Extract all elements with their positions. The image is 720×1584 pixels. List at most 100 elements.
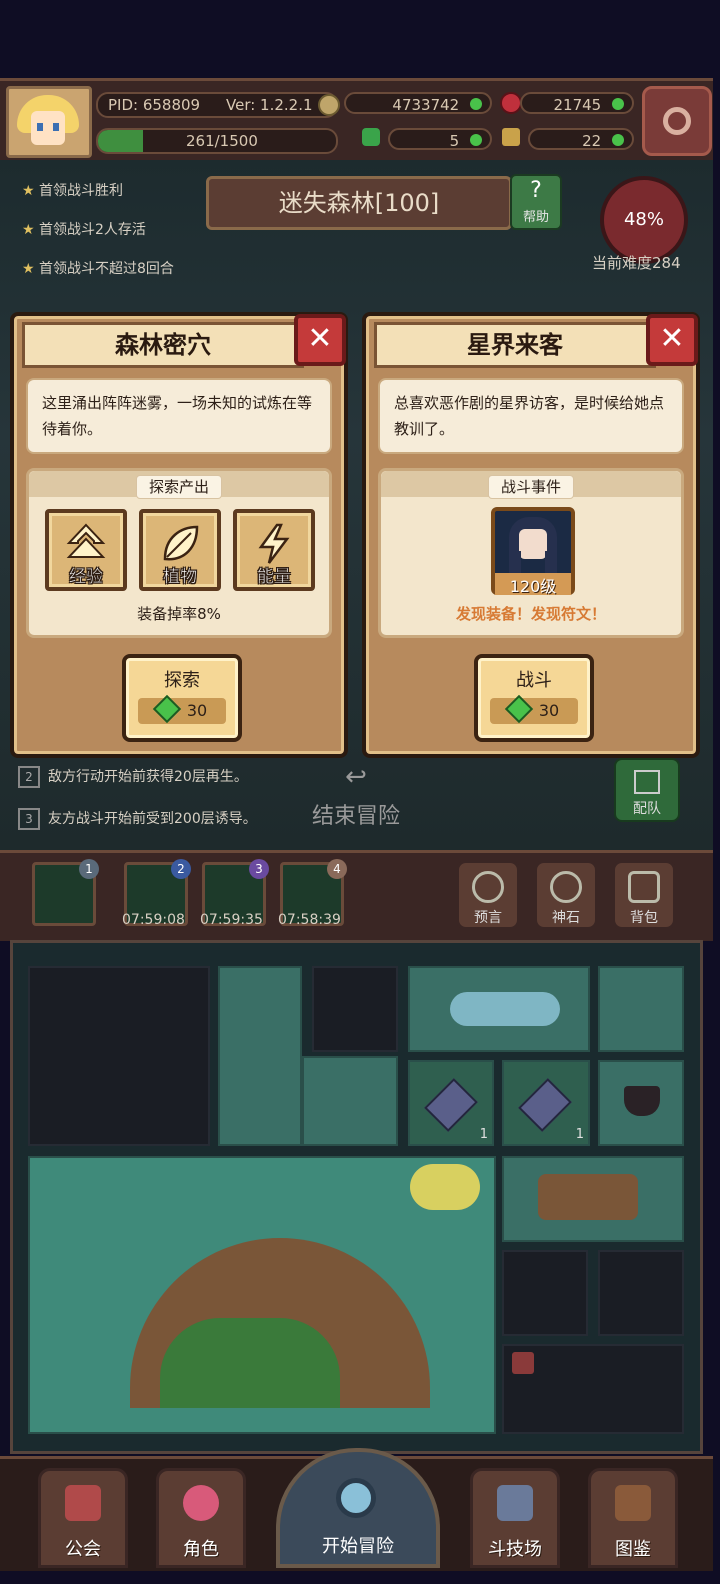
cost-badge: 30 <box>490 694 578 724</box>
character-icon <box>183 1485 219 1521</box>
rule-item: 2 敌方行动开始前获得20层再生。 <box>18 766 248 788</box>
event-card-forest-cave: 森林密穴 ✕ 这里涌出阵阵迷雾，一场未知的试炼在等待着你。 探索产出 经验 植物… <box>10 312 348 758</box>
map-tile-stump[interactable] <box>502 1156 684 1242</box>
close-button[interactable]: ✕ <box>646 314 698 366</box>
quest-item: ★ 首领战斗胜利 <box>22 183 124 199</box>
map-tile-crystal[interactable]: 1 <box>502 1060 590 1146</box>
exp-arrow-icon <box>66 523 106 558</box>
slot-timer: 07:59:08 <box>122 912 185 928</box>
difficulty-label: 当前难度284 <box>592 254 681 272</box>
map-tile-forest-cave[interactable] <box>28 1156 496 1434</box>
divine-stone-button[interactable]: 神石 <box>534 860 598 930</box>
bush-icon <box>160 1318 340 1408</box>
map-tile-stump[interactable] <box>302 1056 398 1146</box>
key-value: 22 <box>582 132 602 150</box>
magnifier-icon <box>336 1478 376 1518</box>
card-title: 星界来客 <box>374 322 656 368</box>
backpack-icon <box>628 871 660 903</box>
map-tile-cauldron[interactable] <box>598 1060 684 1146</box>
map-tile-grass[interactable] <box>598 966 684 1052</box>
id-version-bar: PID: 658809 Ver: 1.2.2.1 <box>96 92 338 118</box>
player-avatar[interactable] <box>6 86 92 158</box>
crystal-icon <box>518 1078 572 1132</box>
key-icon <box>502 128 520 146</box>
crystal-icon <box>424 1078 478 1132</box>
slot-timer: 07:59:35 <box>200 912 263 928</box>
section-label: 战斗事件 <box>487 475 575 499</box>
coin-counter: 4733742 <box>344 92 492 114</box>
player-id: PID: 658809 <box>108 96 201 114</box>
stump-icon <box>538 1174 638 1220</box>
plus-icon[interactable] <box>612 134 624 146</box>
nav-arena[interactable]: 斗技场 <box>470 1468 560 1568</box>
stone-icon <box>550 871 582 903</box>
end-adventure-button[interactable]: ↩ 结束冒险 <box>300 762 412 832</box>
adventure-slot[interactable]: 1 <box>32 859 99 926</box>
reward-energy: 能量 <box>233 509 315 591</box>
plus-icon[interactable] <box>612 98 624 110</box>
reward-exp: 经验 <box>45 509 127 591</box>
quest-item: ★ 首领战斗2人存活 <box>22 222 146 238</box>
card-description: 总喜欢恶作剧的星界访客，是时候给她点教训了。 <box>378 378 684 454</box>
enemy-level: 120级 <box>495 573 571 596</box>
gem-counter: 21745 <box>520 92 634 114</box>
section-label: 探索产出 <box>135 475 223 499</box>
reward-plant: 植物 <box>139 509 221 591</box>
ruby-icon <box>500 92 522 114</box>
info-icon[interactable] <box>318 94 340 116</box>
explore-button[interactable]: 探索 30 <box>122 654 242 742</box>
quest-item: ★ 首领战斗不超过8回合 <box>22 261 174 277</box>
map-tile-unexplored[interactable] <box>312 966 398 1052</box>
map-tile-pond[interactable] <box>408 966 590 1052</box>
map-tile-crystal[interactable]: 1 <box>408 1060 494 1146</box>
backpack-button[interactable]: 背包 <box>612 860 676 930</box>
enemy-portrait[interactable]: 120级 <box>491 507 575 596</box>
exp-text: 261/1500 <box>186 132 258 150</box>
nav-guild[interactable]: 公会 <box>38 1468 128 1568</box>
map-tile-unexplored[interactable] <box>502 1250 588 1336</box>
rule-item: 3 友方战斗开始前受到200层诱导。 <box>18 808 257 830</box>
star-icon: ★ <box>22 222 35 238</box>
battle-button[interactable]: 战斗 30 <box>474 654 594 742</box>
map-tile-stump[interactable] <box>218 966 302 1146</box>
event-card-astral-visitor: 星界来客 ✕ 总喜欢恶作剧的星界访客，是时候给她点教训了。 战斗事件 120级 … <box>362 312 700 758</box>
book-icon <box>615 1485 651 1521</box>
lightning-icon <box>258 523 290 564</box>
game-version: Ver: 1.2.2.1 <box>226 96 313 114</box>
drop-rate: 装备掉率8% <box>137 605 221 623</box>
team-icon <box>634 770 660 794</box>
gem-value: 21745 <box>553 96 602 114</box>
map-tile-unexplored[interactable] <box>28 966 210 1146</box>
help-button[interactable]: ? 帮助 <box>510 174 562 230</box>
nav-character[interactable]: 角色 <box>156 1468 246 1568</box>
cauldron-icon <box>624 1086 660 1116</box>
tree-icon <box>410 1164 480 1210</box>
nav-codex[interactable]: 图鉴 <box>588 1468 678 1568</box>
reward-panel: 探索产出 经验 植物 能量 装备掉率8% <box>26 468 332 638</box>
clover-value: 5 <box>449 132 460 150</box>
card-title: 森林密穴 <box>22 322 304 368</box>
exp-fill <box>98 130 143 152</box>
gear-icon <box>663 107 691 135</box>
settings-button[interactable] <box>642 86 712 156</box>
prophecy-button[interactable]: 预言 <box>456 860 520 930</box>
battle-panel: 战斗事件 120级 发现装备！发现符文！ <box>378 468 684 638</box>
coin-value: 4733742 <box>392 96 460 114</box>
slot-timer: 07:58:39 <box>278 912 341 928</box>
discover-text: 发现装备！发现符文！ <box>455 605 606 623</box>
team-button[interactable]: 配队 <box>614 758 680 822</box>
energy-gem-icon <box>504 694 533 724</box>
card-description: 这里涌出阵阵迷雾，一场未知的试炼在等待着你。 <box>26 378 332 454</box>
pond-icon <box>450 992 560 1026</box>
area-title: 迷失森林[100] <box>206 176 512 230</box>
close-button[interactable]: ✕ <box>294 314 346 366</box>
star-icon: ★ <box>22 183 35 199</box>
guild-icon <box>65 1485 101 1521</box>
map-tile-unexplored[interactable] <box>502 1344 684 1434</box>
question-icon: ? <box>530 178 542 203</box>
map-tile-unexplored[interactable] <box>598 1250 684 1336</box>
star-icon: ★ <box>22 261 35 277</box>
return-arrow-icon: ↩ <box>345 762 367 792</box>
plus-icon[interactable] <box>470 98 482 110</box>
plus-icon[interactable] <box>470 134 482 146</box>
